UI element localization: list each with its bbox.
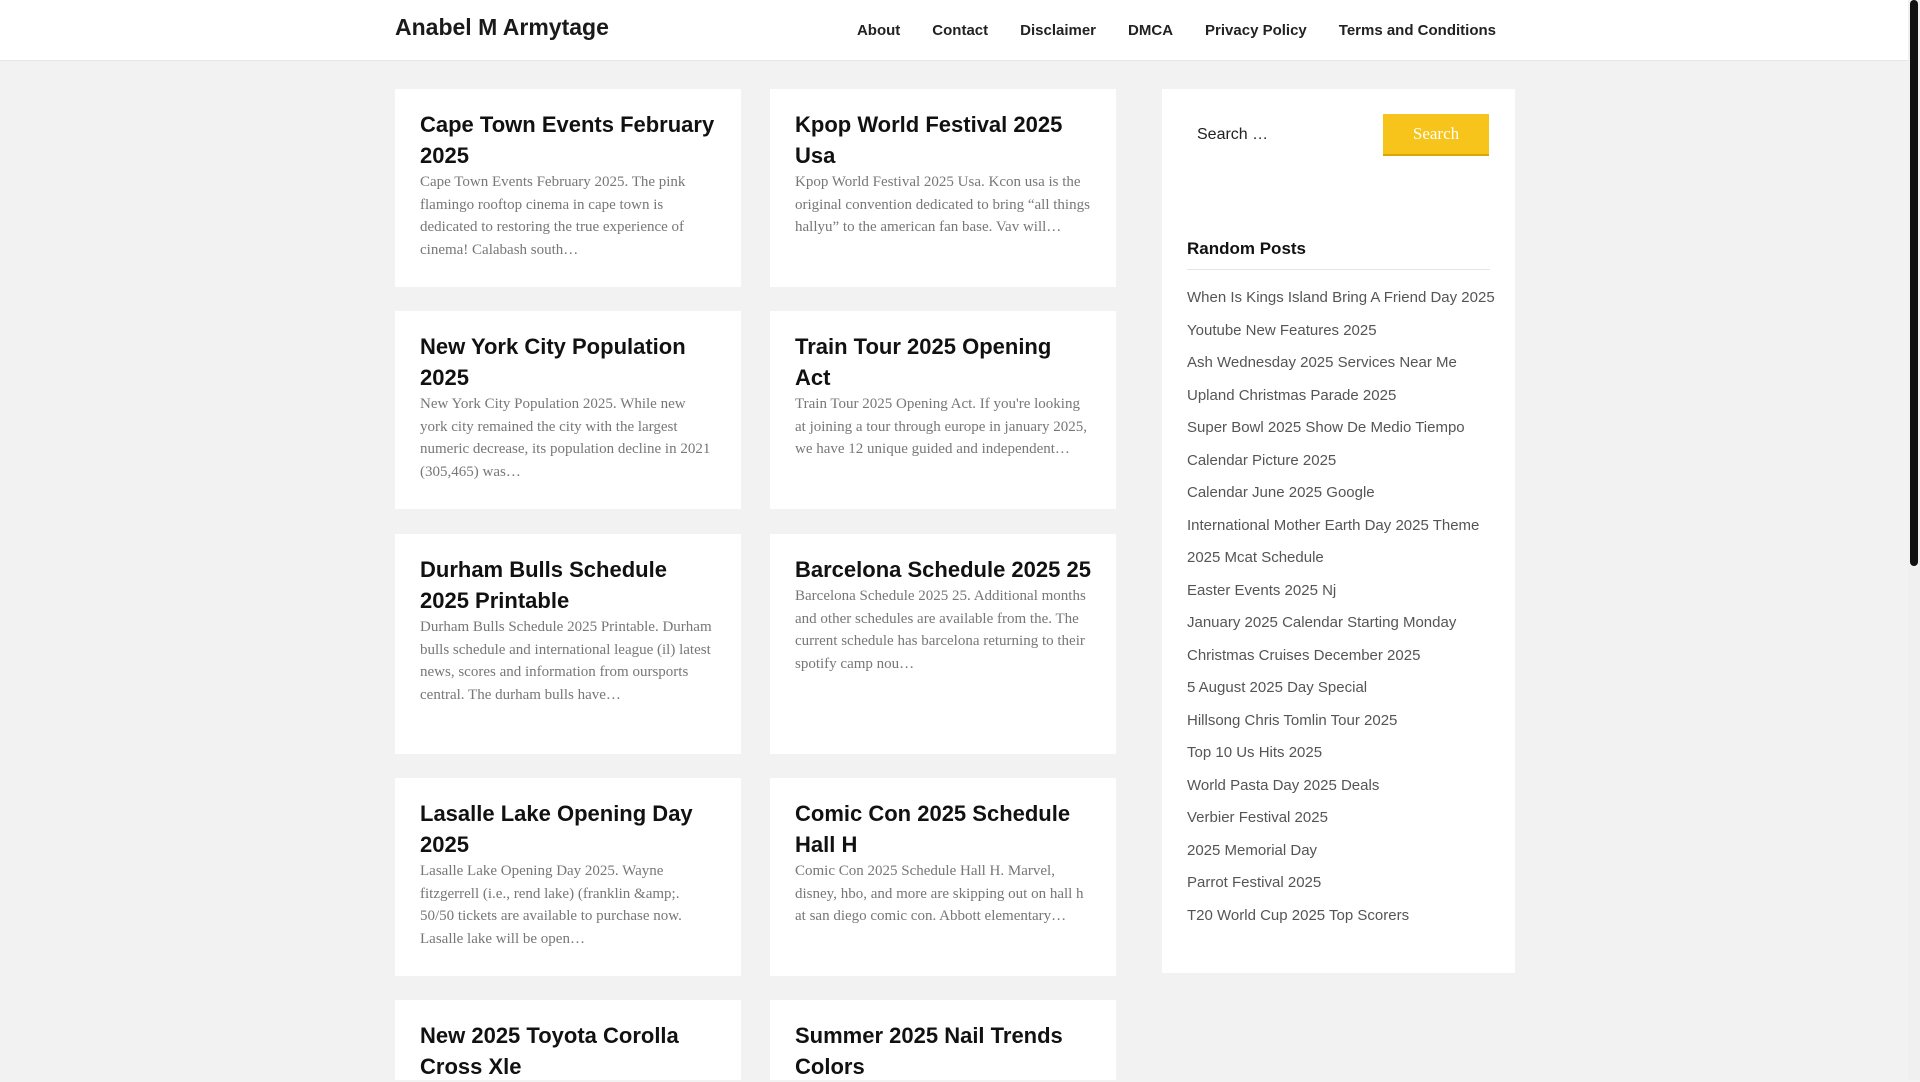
post-card: Train Tour 2025 Opening Act Train Tour 2… (770, 311, 1116, 509)
list-item: International Mother Earth Day 2025 Them… (1187, 510, 1490, 543)
nav-about[interactable]: About (857, 22, 900, 39)
list-item: Youtube New Features 2025 (1187, 315, 1490, 348)
list-item: Christmas Cruises December 2025 (1187, 640, 1490, 673)
site-title[interactable]: Anabel M Armytage (395, 14, 609, 41)
post-excerpt: Kpop World Festival 2025 Usa. Kcon usa i… (795, 174, 1090, 235)
list-item: January 2025 Calendar Starting Monday (1187, 607, 1490, 640)
random-post-link[interactable]: 2025 Memorial Day (1187, 835, 1490, 868)
post-card: Cape Town Events February 2025 Cape Town… (395, 89, 741, 287)
post-title[interactable]: Lasalle Lake Opening Day 2025 (420, 798, 716, 860)
post-excerpt: Cape Town Events February 2025. The pink… (420, 174, 686, 258)
random-post-link[interactable]: Top 10 Us Hits 2025 (1187, 737, 1490, 770)
post-title[interactable]: Comic Con 2025 Schedule Hall H (795, 798, 1091, 860)
list-item: 5 August 2025 Day Special (1187, 672, 1490, 705)
post-excerpt: Barcelona Schedule 2025 25. Additional m… (795, 588, 1086, 672)
post-title[interactable]: Barcelona Schedule 2025 25 (795, 554, 1091, 585)
list-item: Ash Wednesday 2025 Services Near Me (1187, 347, 1490, 380)
post-title[interactable]: Durham Bulls Schedule 2025 Printable (420, 554, 716, 616)
random-post-link[interactable]: 5 August 2025 Day Special (1187, 672, 1490, 705)
random-post-link[interactable]: World Pasta Day 2025 Deals (1187, 770, 1490, 803)
random-post-link[interactable]: T20 World Cup 2025 Top Scorers (1187, 900, 1490, 933)
post-title[interactable]: New York City Population 2025 (420, 331, 716, 393)
post-excerpt: Durham Bulls Schedule 2025 Printable. Du… (420, 619, 712, 703)
random-post-link[interactable]: Verbier Festival 2025 (1187, 802, 1490, 835)
post-excerpt: Lasalle Lake Opening Day 2025. Wayne fit… (420, 863, 682, 947)
post-card: New 2025 Toyota Corolla Cross Xle (395, 1000, 741, 1080)
random-posts-list: When Is Kings Island Bring A Friend Day … (1187, 282, 1495, 933)
random-post-link[interactable]: Super Bowl 2025 Show De Medio Tiempo (1187, 412, 1490, 445)
post-title[interactable]: Summer 2025 Nail Trends Colors (795, 1020, 1091, 1082)
post-title[interactable]: Train Tour 2025 Opening Act (795, 331, 1091, 393)
nav-contact[interactable]: Contact (932, 22, 988, 39)
list-item: Calendar Picture 2025 (1187, 445, 1490, 478)
list-item: Calendar June 2025 Google (1187, 477, 1490, 510)
post-card: New York City Population 2025 New York C… (395, 311, 741, 509)
nav-terms-and-conditions[interactable]: Terms and Conditions (1339, 22, 1496, 39)
list-item: When Is Kings Island Bring A Friend Day … (1187, 282, 1495, 315)
main-nav: About Contact Disclaimer DMCA Privacy Po… (825, 0, 1496, 60)
random-post-link[interactable]: When Is Kings Island Bring A Friend Day … (1187, 282, 1495, 315)
search-button[interactable]: Search (1383, 114, 1489, 156)
post-card: Comic Con 2025 Schedule Hall H Comic Con… (770, 778, 1116, 976)
search-form: Search (1187, 114, 1490, 158)
post-excerpt: New York City Population 2025. While new… (420, 396, 711, 480)
list-item: Upland Christmas Parade 2025 (1187, 380, 1490, 413)
nav-dmca[interactable]: DMCA (1128, 22, 1173, 39)
random-posts-title: Random Posts (1187, 239, 1490, 270)
random-post-link[interactable]: Parrot Festival 2025 (1187, 867, 1490, 900)
sidebar: Search Random Posts When Is Kings Island… (1162, 89, 1515, 973)
list-item: 2025 Memorial Day (1187, 835, 1490, 868)
post-title[interactable]: Cape Town Events February 2025 (420, 109, 716, 171)
nav-privacy-policy[interactable]: Privacy Policy (1205, 22, 1307, 39)
list-item: Parrot Festival 2025 (1187, 867, 1490, 900)
post-excerpt: Comic Con 2025 Schedule Hall H. Marvel, … (795, 863, 1084, 924)
random-post-link[interactable]: Calendar June 2025 Google (1187, 477, 1490, 510)
random-post-link[interactable]: Easter Events 2025 Nj (1187, 575, 1490, 608)
random-post-link[interactable]: Christmas Cruises December 2025 (1187, 640, 1490, 673)
post-title[interactable]: Kpop World Festival 2025 Usa (795, 109, 1091, 171)
post-card: Barcelona Schedule 2025 25 Barcelona Sch… (770, 534, 1116, 754)
list-item: Super Bowl 2025 Show De Medio Tiempo (1187, 412, 1490, 445)
random-post-link[interactable]: January 2025 Calendar Starting Monday (1187, 607, 1490, 640)
random-post-link[interactable]: Calendar Picture 2025 (1187, 445, 1490, 478)
post-title[interactable]: New 2025 Toyota Corolla Cross Xle (420, 1020, 716, 1082)
random-post-link[interactable]: Hillsong Chris Tomlin Tour 2025 (1187, 705, 1490, 738)
random-post-link[interactable]: Ash Wednesday 2025 Services Near Me (1187, 347, 1490, 380)
list-item: 2025 Mcat Schedule (1187, 542, 1490, 575)
list-item: Top 10 Us Hits 2025 (1187, 737, 1490, 770)
list-item: T20 World Cup 2025 Top Scorers (1187, 900, 1490, 933)
list-item: Verbier Festival 2025 (1187, 802, 1490, 835)
post-card: Lasalle Lake Opening Day 2025 Lasalle La… (395, 778, 741, 976)
scrollbar-thumb[interactable] (1910, 0, 1918, 566)
list-item: World Pasta Day 2025 Deals (1187, 770, 1490, 803)
post-card: Durham Bulls Schedule 2025 Printable Dur… (395, 534, 741, 754)
post-card: Summer 2025 Nail Trends Colors (770, 1000, 1116, 1080)
random-post-link[interactable]: Upland Christmas Parade 2025 (1187, 380, 1490, 413)
site-header: Anabel M Armytage About Contact Disclaim… (0, 0, 1908, 61)
random-post-link[interactable]: Youtube New Features 2025 (1187, 315, 1490, 348)
post-excerpt: Train Tour 2025 Opening Act. If you're l… (795, 396, 1088, 457)
post-card: Kpop World Festival 2025 Usa Kpop World … (770, 89, 1116, 287)
search-input[interactable] (1187, 114, 1377, 156)
list-item: Hillsong Chris Tomlin Tour 2025 (1187, 705, 1490, 738)
nav-disclaimer[interactable]: Disclaimer (1020, 22, 1096, 39)
random-post-link[interactable]: International Mother Earth Day 2025 Them… (1187, 510, 1490, 543)
random-post-link[interactable]: 2025 Mcat Schedule (1187, 542, 1490, 575)
list-item: Easter Events 2025 Nj (1187, 575, 1490, 608)
